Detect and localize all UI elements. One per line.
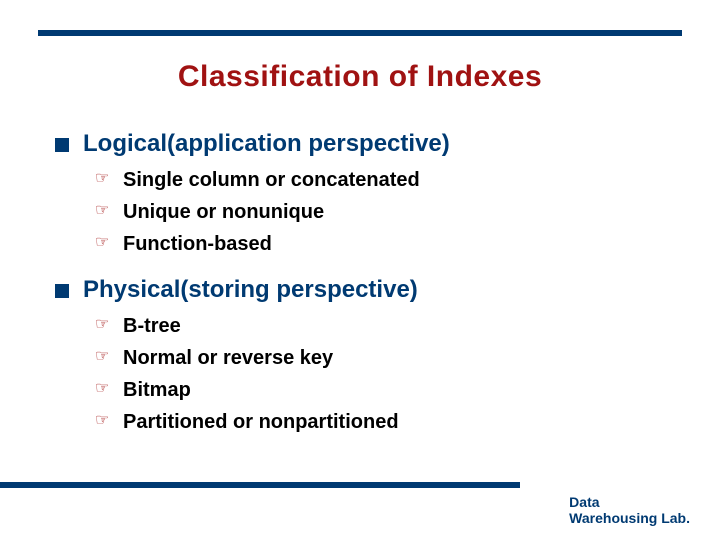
pointer-icon: ☞ — [95, 346, 113, 368]
list-item: ☞ B-tree — [95, 314, 680, 338]
section-head: Logical(application perspective) — [55, 130, 680, 158]
pointer-icon: ☞ — [95, 200, 113, 222]
top-rule — [38, 30, 682, 36]
item-text: Function-based — [123, 232, 272, 256]
pointer-icon: ☞ — [95, 232, 113, 254]
item-text: Partitioned or nonpartitioned — [123, 410, 399, 434]
section-heading: Physical(storing perspective) — [83, 276, 418, 304]
list-item: ☞ Normal or reverse key — [95, 346, 680, 370]
pointer-icon: ☞ — [95, 410, 113, 432]
content-area: Logical(application perspective) ☞ Singl… — [55, 130, 680, 454]
item-list: ☞ B-tree ☞ Normal or reverse key ☞ Bitma… — [95, 314, 680, 434]
square-bullet-icon — [55, 284, 69, 298]
square-bullet-icon — [55, 138, 69, 152]
item-list: ☞ Single column or concatenated ☞ Unique… — [95, 168, 680, 256]
footer-label: Data Warehousing Lab. — [569, 494, 690, 526]
item-text: Unique or nonunique — [123, 200, 324, 224]
pointer-icon: ☞ — [95, 378, 113, 400]
item-text: B-tree — [123, 314, 181, 338]
item-text: Normal or reverse key — [123, 346, 333, 370]
pointer-icon: ☞ — [95, 314, 113, 336]
item-text: Bitmap — [123, 378, 191, 402]
bottom-rule — [0, 482, 520, 488]
list-item: ☞ Single column or concatenated — [95, 168, 680, 192]
list-item: ☞ Bitmap — [95, 378, 680, 402]
section-head: Physical(storing perspective) — [55, 276, 680, 304]
section-physical: Physical(storing perspective) ☞ B-tree ☞… — [55, 276, 680, 434]
section-logical: Logical(application perspective) ☞ Singl… — [55, 130, 680, 256]
footer-line-2: Warehousing Lab. — [569, 510, 690, 526]
item-text: Single column or concatenated — [123, 168, 420, 192]
section-heading: Logical(application perspective) — [83, 130, 450, 158]
slide-title: Classification of Indexes — [0, 60, 720, 94]
pointer-icon: ☞ — [95, 168, 113, 190]
list-item: ☞ Partitioned or nonpartitioned — [95, 410, 680, 434]
footer-line-1: Data — [569, 494, 599, 510]
list-item: ☞ Unique or nonunique — [95, 200, 680, 224]
list-item: ☞ Function-based — [95, 232, 680, 256]
